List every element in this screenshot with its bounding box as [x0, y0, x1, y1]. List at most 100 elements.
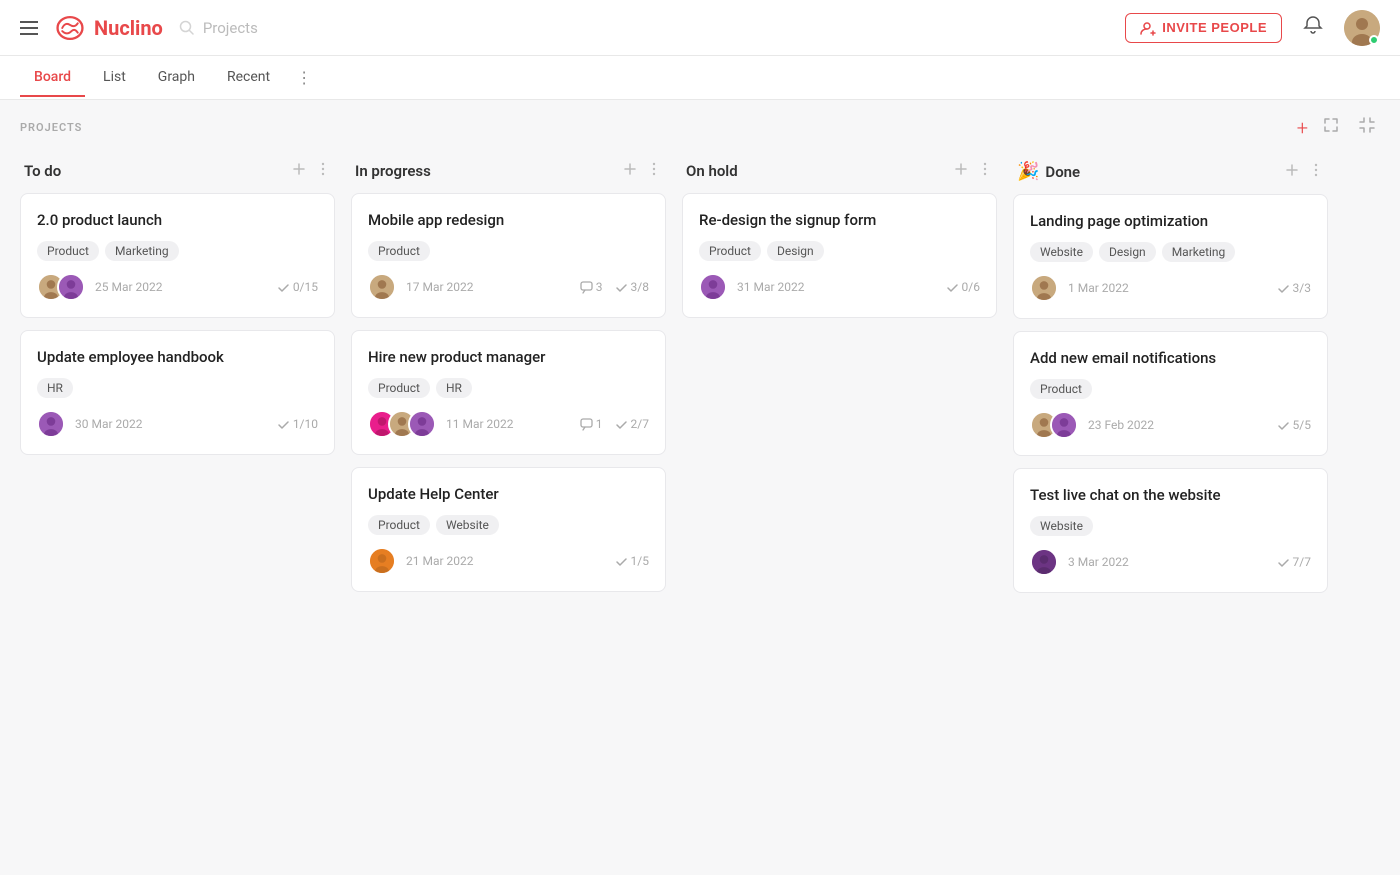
- card-check-count: 1/5: [615, 554, 649, 568]
- card[interactable]: Mobile app redesignProduct 17 Mar 2022 3…: [351, 193, 666, 318]
- card-check-count: 3/3: [1277, 281, 1311, 295]
- notification-bell-icon[interactable]: [1302, 14, 1324, 41]
- card-date: 1 Mar 2022: [1068, 281, 1129, 295]
- card-title: Update employee handbook: [37, 347, 318, 368]
- card-date: 17 Mar 2022: [406, 280, 474, 294]
- card-tags: Product: [1030, 379, 1311, 399]
- card-avatar: [1050, 411, 1078, 439]
- card-avatar: [37, 410, 65, 438]
- card-meta: 1 2/7: [580, 417, 649, 431]
- tab-recent[interactable]: Recent: [213, 59, 284, 97]
- invite-people-button[interactable]: INVITE PEOPLE: [1125, 13, 1282, 43]
- card-tags: ProductWebsite: [368, 515, 649, 535]
- card-title: Landing page optimization: [1030, 211, 1311, 232]
- search-label: Projects: [203, 19, 258, 37]
- card[interactable]: Landing page optimizationWebsiteDesignMa…: [1013, 194, 1328, 319]
- done-emoji: 🎉: [1017, 161, 1039, 182]
- card-tags: WebsiteDesignMarketing: [1030, 242, 1311, 262]
- online-indicator: [1369, 35, 1379, 45]
- column-more-button-in-progress[interactable]: [646, 161, 662, 181]
- add-card-button-in-progress[interactable]: [622, 161, 638, 181]
- hamburger-menu[interactable]: [20, 21, 38, 35]
- app-header: Nuclino Projects INVITE PEOPLE: [0, 0, 1400, 56]
- card-tags: Product: [368, 241, 649, 261]
- card-tag: Website: [436, 515, 499, 535]
- card-tag: Marketing: [1162, 242, 1236, 262]
- add-card-button-done[interactable]: [1284, 162, 1300, 182]
- card-comment-count: 3: [580, 280, 603, 294]
- column-more-button-done[interactable]: [1308, 162, 1324, 182]
- add-card-button-todo[interactable]: [291, 161, 307, 181]
- card-date: 30 Mar 2022: [75, 417, 143, 431]
- card-tag: HR: [37, 378, 73, 398]
- column-more-button-todo[interactable]: [315, 161, 331, 181]
- card-tag: Website: [1030, 516, 1093, 536]
- card[interactable]: Test live chat on the websiteWebsite 3 M…: [1013, 468, 1328, 593]
- collapse-button[interactable]: [1354, 114, 1380, 141]
- tab-graph[interactable]: Graph: [144, 59, 209, 97]
- card-meta: 0/6: [946, 280, 980, 294]
- add-project-button[interactable]: +: [1297, 116, 1308, 140]
- tab-board[interactable]: Board: [20, 59, 85, 97]
- card-footer: 17 Mar 2022 3 3/8: [368, 273, 649, 301]
- card-meta: 7/7: [1277, 555, 1311, 569]
- card-footer: 31 Mar 2022 0/6: [699, 273, 980, 301]
- card-avatars: [1030, 274, 1058, 302]
- card[interactable]: Add new email notificationsProduct 23 Fe…: [1013, 331, 1328, 456]
- column-title-todo: To do: [24, 162, 61, 180]
- column-header-in-progress: In progress: [351, 153, 666, 193]
- add-card-button-on-hold[interactable]: [953, 161, 969, 181]
- column-title-on-hold: On hold: [686, 162, 738, 180]
- column-header-on-hold: On hold: [682, 153, 997, 193]
- card-check-count: 2/7: [615, 417, 649, 431]
- expand-button[interactable]: [1318, 114, 1344, 141]
- card-avatar: [1030, 548, 1058, 576]
- card-footer: 30 Mar 2022 1/10: [37, 410, 318, 438]
- card-tag: Product: [699, 241, 761, 261]
- card-tag: Design: [1099, 242, 1156, 262]
- header-left: Nuclino Projects: [20, 14, 258, 42]
- column-header-done: 🎉Done: [1013, 153, 1328, 194]
- user-avatar-wrap[interactable]: [1344, 10, 1380, 46]
- logo[interactable]: Nuclino: [54, 14, 163, 42]
- card[interactable]: 2.0 product launchProductMarketing 25 Ma…: [20, 193, 335, 318]
- card-tag: Marketing: [105, 241, 179, 261]
- projects-bar: PROJECTS +: [0, 100, 1400, 149]
- card-tags: HR: [37, 378, 318, 398]
- card[interactable]: Update Help CenterProductWebsite 21 Mar …: [351, 467, 666, 592]
- card-meta: 3 3/8: [580, 280, 649, 294]
- card-comment-count: 1: [580, 417, 603, 431]
- card-tags: ProductHR: [368, 378, 649, 398]
- card[interactable]: Re-design the signup formProductDesign 3…: [682, 193, 997, 318]
- card-footer: 23 Feb 2022 5/5: [1030, 411, 1311, 439]
- logo-text: Nuclino: [94, 16, 163, 40]
- card-tag: Design: [767, 241, 824, 261]
- card-footer: 11 Mar 2022 1 2/7: [368, 410, 649, 438]
- column-title-done: 🎉Done: [1017, 161, 1080, 182]
- card-title: Hire new product manager: [368, 347, 649, 368]
- column-more-button-on-hold[interactable]: [977, 161, 993, 181]
- column-in-progress: In progressMobile app redesignProduct 17…: [351, 153, 666, 844]
- card-avatar: [368, 547, 396, 575]
- card-tag: Product: [37, 241, 99, 261]
- more-tabs-button[interactable]: ⋮: [288, 58, 320, 97]
- tab-list[interactable]: List: [89, 59, 140, 97]
- card-check-count: 0/15: [277, 280, 318, 294]
- card-avatars: [368, 410, 436, 438]
- card-check-count: 1/10: [277, 417, 318, 431]
- card-avatar: [368, 273, 396, 301]
- card-avatars: [368, 547, 396, 575]
- search-icon: [179, 20, 195, 36]
- collapse-icon: [1358, 116, 1376, 134]
- card-tag: Product: [368, 378, 430, 398]
- card-meta: 3/3: [1277, 281, 1311, 295]
- card-tags: Product Design: [699, 241, 980, 261]
- search-area[interactable]: Projects: [179, 19, 258, 37]
- card-tags: Website: [1030, 516, 1311, 536]
- card[interactable]: Update employee handbook HR 30 Mar 2022 1…: [20, 330, 335, 455]
- view-tabs: Board List Graph Recent ⋮: [0, 56, 1400, 100]
- card[interactable]: Hire new product manager ProductHR 11 Mar…: [351, 330, 666, 455]
- logo-svg: [54, 14, 86, 42]
- card-tag: Product: [1030, 379, 1092, 399]
- card-meta: 0/15: [277, 280, 318, 294]
